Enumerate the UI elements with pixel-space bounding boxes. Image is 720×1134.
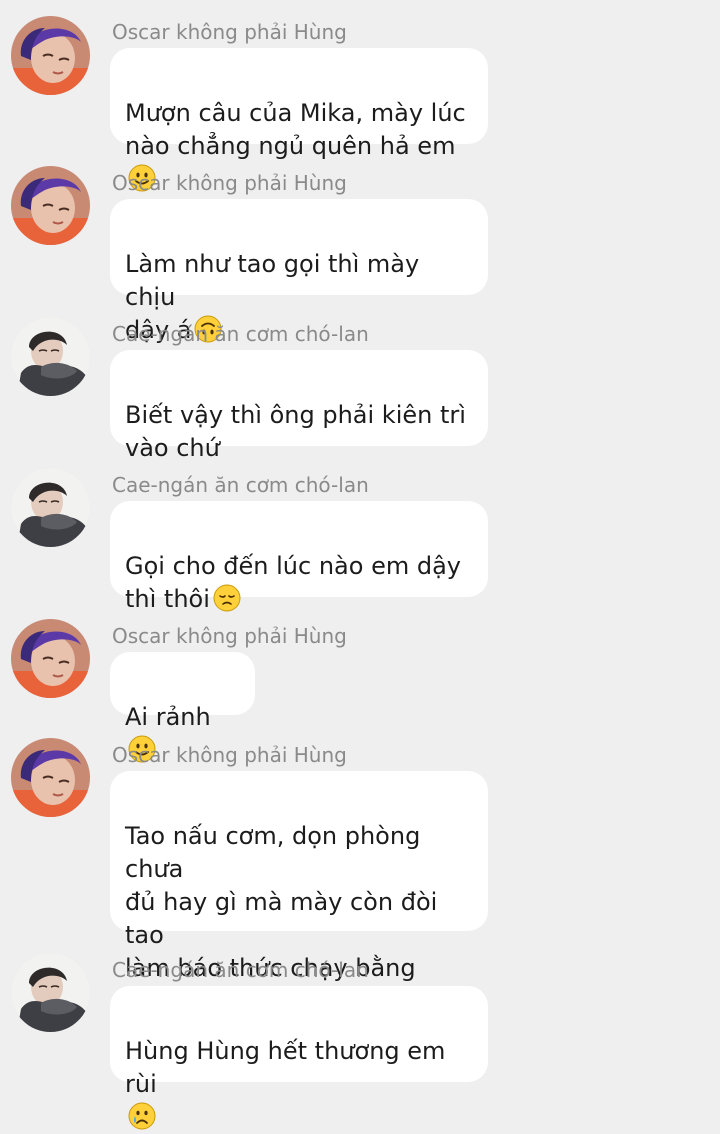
sender-name: Oscar không phải Hùng xyxy=(112,20,347,44)
message-bubble[interactable]: Ai rảnh xyxy=(110,652,255,763)
message-bubble[interactable]: Mượn câu của Mika, mày lúc nào chẳng ngủ… xyxy=(110,48,488,192)
avatar-oscar[interactable] xyxy=(11,619,90,698)
message-text: Hùng Hùng hết thương em rùi xyxy=(125,1037,446,1098)
pensive-face-icon xyxy=(213,584,241,612)
avatar-cae[interactable] xyxy=(11,468,90,547)
sender-name: Cae-ngán ăn cơm chó-lan xyxy=(112,958,369,982)
chat-message-list[interactable]: Oscar không phải Hùng Mượn câu của Mika,… xyxy=(0,0,720,1130)
crying-face-icon xyxy=(128,1102,156,1130)
avatar-oscar[interactable] xyxy=(11,738,90,817)
avatar-cae[interactable] xyxy=(11,953,90,1032)
message-bubble[interactable]: Hùng Hùng hết thương em rùi xyxy=(110,986,488,1130)
message-text: Ai rảnh xyxy=(125,703,211,731)
sender-name: Oscar không phải Hùng xyxy=(112,743,347,767)
avatar-cae[interactable] xyxy=(11,317,90,396)
avatar-oscar[interactable] xyxy=(11,166,90,245)
message-bubble[interactable]: Tao nấu cơm, dọn phòng chưa đủ hay gì mà… xyxy=(110,771,488,1048)
sender-name: Cae-ngán ăn cơm chó-lan xyxy=(112,473,369,497)
sender-name: Oscar không phải Hùng xyxy=(112,624,347,648)
message-text: Biết vậy thì ông phải kiên trì vào chứ xyxy=(125,401,466,462)
message-text: Gọi cho đến lúc nào em dậy thì thôi xyxy=(125,552,461,613)
message-bubble[interactable]: Gọi cho đến lúc nào em dậy thì thôi xyxy=(110,501,488,613)
message-bubble[interactable]: Biết vậy thì ông phải kiên trì vào chứ xyxy=(110,350,488,462)
avatar-oscar[interactable] xyxy=(11,16,90,95)
message-bubble[interactable]: Làm như tao gọi thì mày chịu dậy á xyxy=(110,199,488,344)
sender-name: Cae-ngán ăn cơm chó-lan xyxy=(112,322,369,346)
message-text: Mượn câu của Mika, mày lúc nào chẳng ngủ… xyxy=(125,99,466,160)
sender-name: Oscar không phải Hùng xyxy=(112,171,347,195)
